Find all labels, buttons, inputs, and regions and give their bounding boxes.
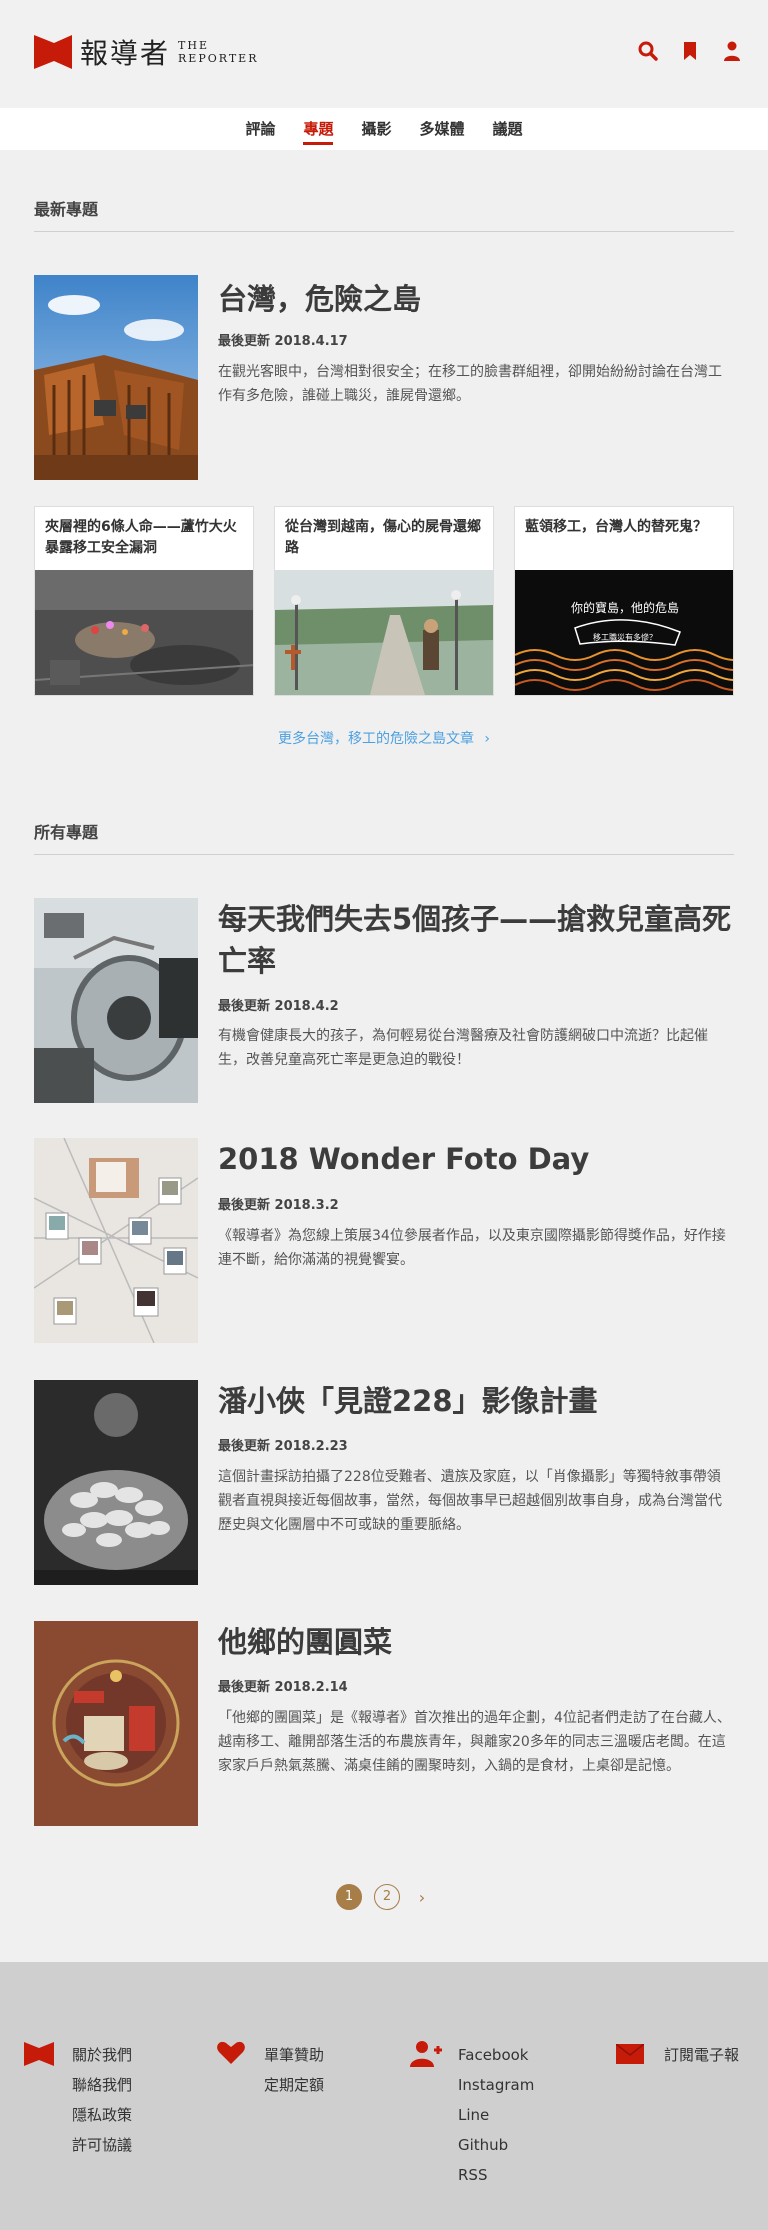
site-header: 報導者 THE REPORTER [0, 0, 768, 108]
more-link-label: 更多台灣，移工的危險之島文章 [277, 731, 474, 747]
card-image-headline: 你的寶島，他的危島 [571, 600, 679, 615]
article-image[interactable] [34, 1138, 198, 1343]
featured-image[interactable] [34, 275, 198, 480]
footer-social-links: Facebook Instagram Line Github RSS [458, 2040, 534, 2190]
section-divider [34, 854, 734, 855]
footer-subscribe-links: 訂閱電子報 [664, 2040, 739, 2070]
nav-item-multimedia[interactable]: 多媒體 [420, 108, 465, 150]
card-title: 藍領移工，台灣人的替死鬼？ [525, 519, 707, 535]
pagination: 1 2 › [0, 1884, 768, 1910]
logo-flag-icon [24, 2040, 54, 2072]
heart-icon [216, 2040, 246, 2070]
site-logo[interactable]: 報導者 THE REPORTER [34, 32, 259, 72]
article-date: 最後更新 2018.2.23 [218, 1439, 348, 1454]
bookmark-icon[interactable] [680, 40, 700, 62]
logo-flag-icon [34, 35, 72, 69]
footer-link-instagram[interactable]: Instagram [458, 2070, 534, 2100]
site-footer: 關於我們 聯絡我們 隱私政策 許可協議 單筆贊助 定期定額 Facebook I… [0, 1962, 768, 2230]
article-description: 有機會健康長大的孩子，為何輕易從台灣醫療及社會防護網破口中流逝？比起催生，改善兒… [218, 1028, 708, 1068]
article-title[interactable]: 2018 Wonder Foto Day [218, 1138, 734, 1180]
search-icon[interactable] [638, 40, 658, 62]
card-title: 夾層裡的6條人命——蘆竹大火暴露移工安全漏洞 [45, 519, 237, 556]
footer-about-links: 關於我們 聯絡我們 隱私政策 許可協議 [72, 2040, 132, 2160]
article-description: 「他鄉的團圓菜」是《報導者》首次推出的過年企劃，4位記者們走訪了在台藏人、越南移… [218, 1710, 731, 1774]
article-image[interactable] [34, 1621, 198, 1826]
logo-en-line2: REPORTER [178, 52, 259, 65]
footer-link-line[interactable]: Line [458, 2100, 534, 2130]
card-image: 你的寶島，他的危島 移工職災有多慘？ [515, 570, 733, 695]
article-date: 最後更新 2018.3.2 [218, 1198, 339, 1213]
next-page-icon[interactable]: › [412, 1888, 432, 1907]
card-title: 從台灣到越南，傷心的屍骨還鄉路 [285, 519, 481, 556]
footer-link-contact[interactable]: 聯絡我們 [72, 2070, 132, 2100]
page-button[interactable]: 2 [374, 1884, 400, 1910]
footer-link-privacy[interactable]: 隱私政策 [72, 2100, 132, 2130]
add-user-icon [410, 2040, 442, 2072]
featured-date: 最後更新 2018.4.17 [218, 334, 348, 349]
user-icon[interactable] [722, 40, 742, 62]
footer-link-facebook[interactable]: Facebook [458, 2040, 534, 2070]
footer-link-license[interactable]: 許可協議 [72, 2130, 132, 2160]
more-articles-link[interactable]: 更多台灣，移工的危險之島文章 › [0, 728, 768, 748]
all-section-title: 所有專題 [34, 823, 99, 842]
article-title[interactable]: 潘小俠「見證228」影像計畫 [218, 1380, 734, 1422]
logo-en-line1: THE [178, 39, 209, 52]
chevron-right-icon: › [484, 731, 491, 747]
latest-section-title: 最新專題 [34, 200, 99, 219]
card-image-caption: 移工職災有多慘？ [593, 632, 657, 642]
related-card[interactable]: 藍領移工，台灣人的替死鬼？ 你的寶島，他的危島 移工職災有多慘？ [514, 506, 734, 696]
section-divider [34, 231, 734, 232]
related-card[interactable]: 夾層裡的6條人命——蘆竹大火暴露移工安全漏洞 [34, 506, 254, 696]
logo-english-text: THE REPORTER [178, 39, 258, 65]
category-nav: 評論 專題 攝影 多媒體 議題 [0, 108, 768, 150]
footer-link-about[interactable]: 關於我們 [72, 2040, 132, 2070]
page-button[interactable]: 1 [336, 1884, 362, 1910]
logo-chinese-text: 報導者 [80, 37, 171, 70]
article-image[interactable] [34, 898, 198, 1103]
footer-link-recurring-donation[interactable]: 定期定額 [264, 2070, 324, 2100]
featured-description: 在觀光客眼中，台灣相對很安全；在移工的臉書群組裡，卻開始紛紛討論在台灣工作有多危… [218, 364, 722, 404]
article-title[interactable]: 每天我們失去5個孩子——搶救兒童高死亡率 [218, 898, 734, 982]
nav-item-opinion[interactable]: 評論 [245, 108, 275, 150]
nav-item-topics[interactable]: 專題 [303, 108, 334, 150]
article-image[interactable] [34, 1380, 198, 1585]
article-date: 最後更新 2018.2.14 [218, 1680, 348, 1695]
article-description: 這個計畫採訪拍攝了228位受難者、遺族及家庭，以「肖像攝影」等獨特敘事帶領觀者直… [218, 1469, 722, 1533]
card-image [35, 570, 253, 695]
footer-link-newsletter[interactable]: 訂閱電子報 [664, 2040, 739, 2070]
card-image [275, 570, 493, 695]
nav-item-issues[interactable]: 議題 [493, 108, 523, 150]
mail-icon [615, 2040, 645, 2068]
article-description: 《報導者》為您線上策展34位參展者作品，以及東京國際攝影節得獎作品，好作接連不斷… [218, 1228, 726, 1268]
article-date: 最後更新 2018.4.2 [218, 999, 339, 1014]
related-card[interactable]: 從台灣到越南，傷心的屍骨還鄉路 [274, 506, 494, 696]
article-title[interactable]: 他鄉的團圓菜 [218, 1621, 734, 1663]
nav-item-photography[interactable]: 攝影 [361, 108, 391, 150]
footer-link-github[interactable]: Github [458, 2130, 534, 2160]
footer-donate-links: 單筆贊助 定期定額 [264, 2040, 324, 2100]
footer-link-rss[interactable]: RSS [458, 2160, 534, 2190]
footer-link-single-donation[interactable]: 單筆贊助 [264, 2040, 324, 2070]
featured-title[interactable]: 台灣，危險之島 [218, 276, 421, 318]
header-actions [638, 40, 742, 62]
